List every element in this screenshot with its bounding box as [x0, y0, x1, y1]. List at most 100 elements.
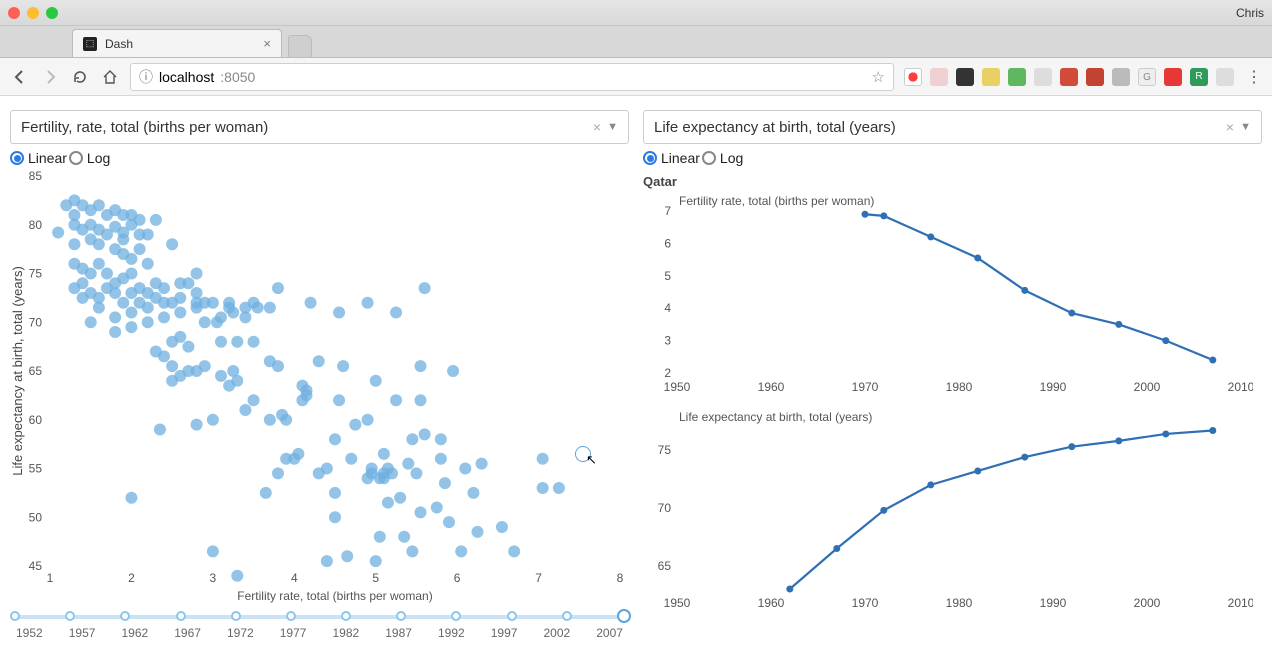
extension-icon[interactable] — [1112, 68, 1130, 86]
scatter-chart[interactable]: 12345678455055606570758085Fertility rate… — [10, 166, 629, 606]
slider-year-label: 2007 — [596, 626, 623, 640]
svg-text:1980: 1980 — [946, 380, 973, 394]
svg-text:Fertility rate, total (births: Fertility rate, total (births per woman) — [679, 194, 874, 208]
svg-text:5: 5 — [664, 269, 671, 283]
svg-text:45: 45 — [29, 559, 43, 573]
lifeexp-line-chart[interactable]: 1950196019701980199020002010657075Life e… — [643, 405, 1262, 615]
svg-text:3: 3 — [210, 571, 217, 585]
slider-tick[interactable] — [617, 609, 631, 623]
svg-text:65: 65 — [29, 364, 43, 378]
browser-tab[interactable]: ⬚ Dash × — [72, 29, 282, 57]
maximize-window-button[interactable] — [46, 7, 58, 19]
tab-bar: ⬚ Dash × — [0, 26, 1272, 58]
dropdown-value: Life expectancy at birth, total (years) — [654, 119, 896, 136]
url-port: :8050 — [220, 69, 255, 85]
svg-text:4: 4 — [291, 571, 298, 585]
clear-icon[interactable]: × — [587, 119, 607, 135]
svg-text:2: 2 — [128, 571, 135, 585]
chevron-down-icon[interactable]: ▼ — [607, 121, 618, 133]
slider-tick[interactable] — [341, 611, 351, 621]
slider-year-label: 1962 — [122, 626, 149, 640]
extension-icon[interactable] — [1034, 68, 1052, 86]
home-button[interactable] — [100, 67, 120, 87]
tab-title: Dash — [105, 37, 133, 51]
url-host: localhost — [159, 69, 214, 85]
clear-icon[interactable]: × — [1220, 119, 1240, 135]
svg-text:85: 85 — [29, 169, 43, 183]
slider-year-label: 1957 — [69, 626, 96, 640]
slider-tick[interactable] — [507, 611, 517, 621]
slider-tick[interactable] — [396, 611, 406, 621]
tab-favicon: ⬚ — [83, 37, 97, 51]
profile-name: Chris — [1236, 6, 1264, 20]
right-panel: Life expectancy at birth, total (years) … — [643, 110, 1262, 644]
extension-icon[interactable]: R — [1190, 68, 1208, 86]
svg-text:50: 50 — [29, 510, 43, 524]
browser-toolbar: ⓘ localhost :8050 ☆ G R ⋮ — [0, 58, 1272, 96]
slider-tick[interactable] — [10, 611, 20, 621]
bookmark-star-icon[interactable]: ☆ — [872, 68, 885, 86]
extension-icon[interactable] — [1086, 68, 1104, 86]
svg-text:55: 55 — [29, 462, 43, 476]
browser-menu-icon[interactable]: ⋮ — [1246, 67, 1262, 87]
y-axis-dropdown[interactable]: Life expectancy at birth, total (years) … — [643, 110, 1262, 144]
extension-icon[interactable] — [1008, 68, 1026, 86]
extension-icon[interactable] — [904, 68, 922, 86]
svg-text:5: 5 — [372, 571, 379, 585]
forward-button[interactable] — [40, 67, 60, 87]
radio-log-label: Log — [720, 150, 743, 166]
slider-tick[interactable] — [562, 611, 572, 621]
new-tab-button[interactable] — [288, 35, 312, 57]
svg-text:2000: 2000 — [1134, 380, 1161, 394]
slider-tick[interactable] — [286, 611, 296, 621]
radio-log[interactable] — [69, 151, 83, 165]
slider-year-label: 1952 — [16, 626, 43, 640]
svg-text:2: 2 — [664, 366, 671, 380]
svg-text:1960: 1960 — [758, 380, 785, 394]
extension-icon[interactable] — [1164, 68, 1182, 86]
slider-track-line — [16, 615, 623, 619]
app-root: Fertility, rate, total (births per woman… — [0, 96, 1272, 650]
back-button[interactable] — [10, 67, 30, 87]
radio-log-label: Log — [87, 150, 110, 166]
slider-tick[interactable] — [451, 611, 461, 621]
close-window-button[interactable] — [8, 7, 20, 19]
mouse-cursor-icon: ↖ — [586, 452, 597, 468]
tab-close-icon[interactable]: × — [263, 36, 271, 51]
slider-year-label: 1992 — [438, 626, 465, 640]
svg-text:1950: 1950 — [664, 380, 691, 394]
slider-tick[interactable] — [231, 611, 241, 621]
svg-text:75: 75 — [29, 267, 43, 281]
slider-tick[interactable] — [65, 611, 75, 621]
slider-tick[interactable] — [176, 611, 186, 621]
year-slider[interactable]: 1952195719621967197219771982198719921997… — [10, 606, 629, 644]
x-axis-dropdown[interactable]: Fertility, rate, total (births per woman… — [10, 110, 629, 144]
slider-tick[interactable] — [120, 611, 130, 621]
radio-log[interactable] — [702, 151, 716, 165]
chevron-down-icon[interactable]: ▼ — [1240, 121, 1251, 133]
extension-icon[interactable] — [956, 68, 974, 86]
extension-icon[interactable]: G — [1138, 68, 1156, 86]
x-scale-radio-group: Linear Log — [10, 150, 629, 166]
svg-text:1970: 1970 — [852, 596, 879, 610]
extension-icon[interactable] — [1060, 68, 1078, 86]
country-title: Qatar — [643, 174, 1262, 189]
svg-text:4: 4 — [664, 301, 671, 315]
svg-text:Fertility rate, total (births: Fertility rate, total (births per woman) — [237, 589, 432, 603]
extension-icon[interactable] — [1216, 68, 1234, 86]
svg-text:70: 70 — [658, 501, 672, 515]
svg-text:1990: 1990 — [1040, 596, 1067, 610]
reload-button[interactable] — [70, 67, 90, 87]
extension-icon[interactable] — [930, 68, 948, 86]
svg-text:70: 70 — [29, 315, 43, 329]
svg-text:2000: 2000 — [1134, 596, 1161, 610]
radio-linear[interactable] — [643, 151, 657, 165]
minimize-window-button[interactable] — [27, 7, 39, 19]
slider-year-label: 1977 — [280, 626, 307, 640]
fertility-line-chart[interactable]: 1950196019701980199020002010234567Fertil… — [643, 189, 1262, 399]
svg-text:65: 65 — [658, 559, 672, 573]
address-bar[interactable]: ⓘ localhost :8050 ☆ — [130, 63, 894, 91]
site-info-icon[interactable]: ⓘ — [139, 67, 153, 87]
extension-icon[interactable] — [982, 68, 1000, 86]
radio-linear[interactable] — [10, 151, 24, 165]
